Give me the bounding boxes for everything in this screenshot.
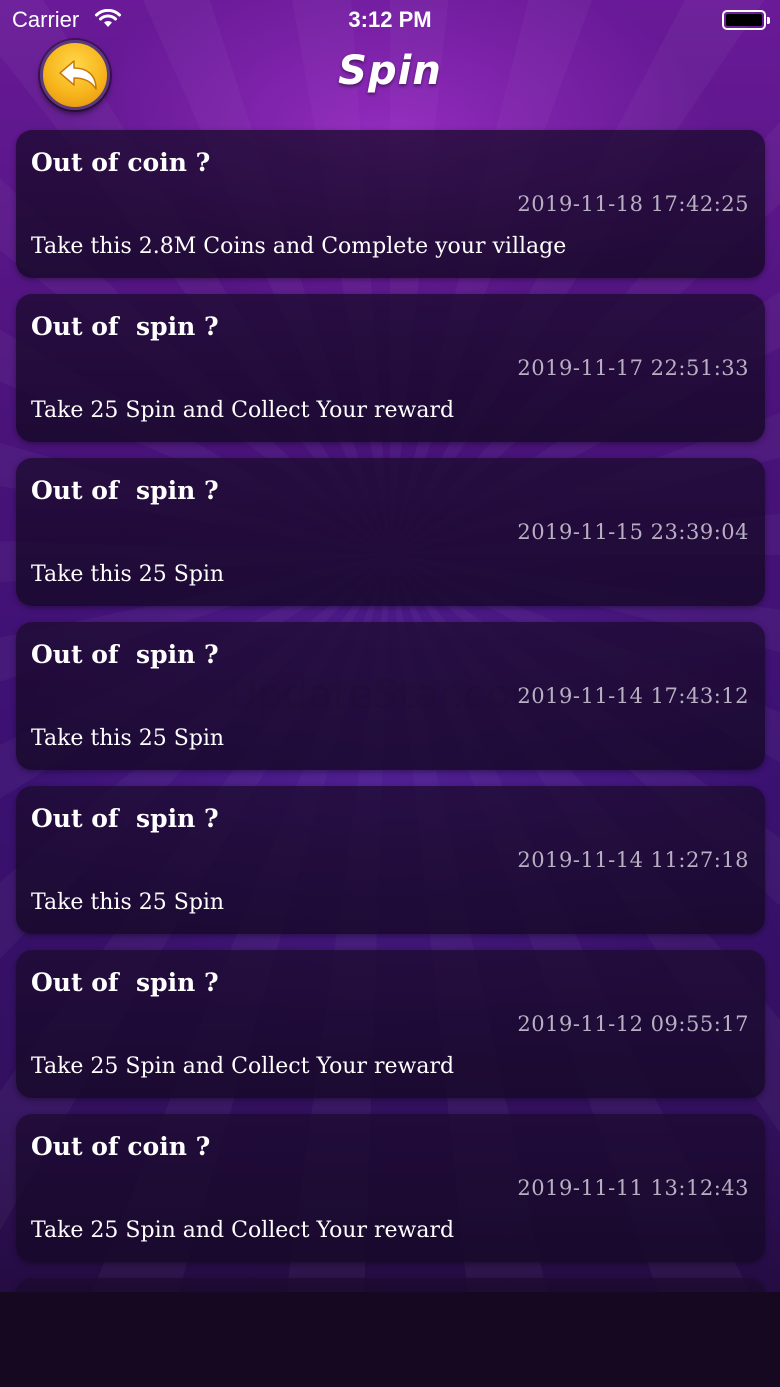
- item-title: Out of coin ?: [31, 148, 211, 177]
- item-message: Take this 25 Spin: [31, 562, 225, 587]
- item-timestamp: 2019-11-11 13:12:43: [517, 1176, 749, 1200]
- list-item[interactable]: Out of coin ? 2019-11-11 13:12:43 Take 2…: [16, 1114, 765, 1262]
- list-item[interactable]: Out of spin ? 2019-11-12 09:55:17 Take 2…: [16, 950, 765, 1098]
- status-time: 3:12 PM: [348, 7, 432, 32]
- item-timestamp: 2019-11-14 17:43:12: [517, 684, 749, 708]
- item-timestamp: 2019-11-18 17:42:25: [517, 192, 749, 216]
- bottom-bar: [0, 1292, 780, 1387]
- item-message: Take this 25 Spin: [31, 726, 225, 751]
- item-title: Out of spin ?: [31, 640, 219, 669]
- list-item[interactable]: Out of spin ? 2019-11-14 17:43:12 Take t…: [16, 622, 765, 770]
- list-item[interactable]: Out of spin ? 2019-11-17 22:51:33 Take 2…: [16, 294, 765, 442]
- item-title: Out of spin ?: [31, 312, 219, 341]
- message-list: Out of coin ? 2019-11-18 17:42:25 Take t…: [16, 130, 765, 1318]
- item-message: Take this 2.8M Coins and Complete your v…: [31, 234, 567, 259]
- item-title: Out of spin ?: [31, 968, 219, 997]
- item-title: Out of spin ?: [31, 804, 219, 833]
- item-timestamp: 2019-11-15 23:39:04: [517, 520, 749, 544]
- item-message: Take 25 Spin and Collect Your reward: [31, 1218, 455, 1243]
- item-title: Out of spin ?: [31, 476, 219, 505]
- status-bar: Carrier 3:12 PM: [0, 0, 780, 40]
- page-title: Spin: [338, 48, 442, 94]
- item-message: Take 25 Spin and Collect Your reward: [31, 1054, 455, 1079]
- item-message: Take 25 Spin and Collect Your reward: [31, 398, 455, 423]
- list-item[interactable]: Out of spin ? 2019-11-15 23:39:04 Take t…: [16, 458, 765, 606]
- list-item[interactable]: Out of coin ? 2019-11-18 17:42:25 Take t…: [16, 130, 765, 278]
- item-timestamp: 2019-11-14 11:27:18: [517, 848, 749, 872]
- list-item[interactable]: Out of spin ? 2019-11-14 11:27:18 Take t…: [16, 786, 765, 934]
- item-timestamp: 2019-11-12 09:55:17: [517, 1012, 749, 1036]
- battery-icon: [722, 10, 770, 30]
- item-timestamp: 2019-11-17 22:51:33: [517, 356, 749, 380]
- item-title: Out of coin ?: [31, 1132, 211, 1161]
- item-message: Take this 25 Spin: [31, 890, 225, 915]
